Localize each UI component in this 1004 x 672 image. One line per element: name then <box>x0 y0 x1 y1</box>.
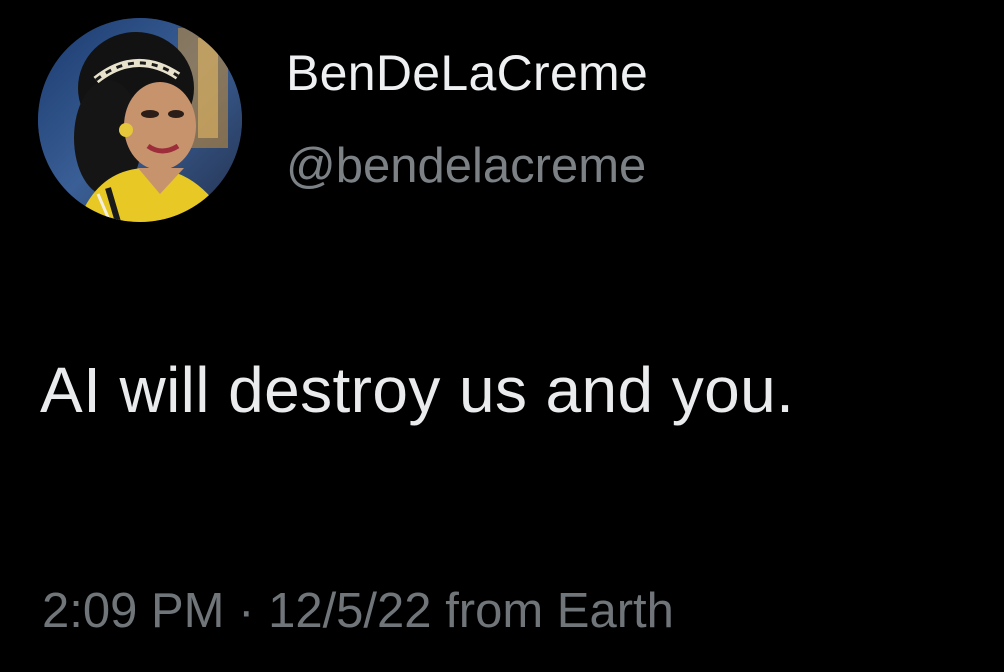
tweet-source: from Earth <box>445 584 674 638</box>
tweet-date[interactable]: 12/5/22 <box>268 584 432 638</box>
tweet-card: BenDeLaCreme @bendelacreme AI will destr… <box>0 0 1004 672</box>
display-name[interactable]: BenDeLaCreme <box>286 48 648 98</box>
meta-separator: · <box>238 584 255 638</box>
tweet-time[interactable]: 2:09 PM <box>42 584 224 638</box>
profile-photo-icon <box>38 18 242 222</box>
tweet-text: AI will destroy us and you. <box>40 354 795 426</box>
user-handle[interactable]: @bendelacreme <box>286 142 646 191</box>
avatar[interactable] <box>38 18 242 222</box>
tweet-metadata: 2:09 PM · 12/5/22 from Earth <box>42 587 674 636</box>
